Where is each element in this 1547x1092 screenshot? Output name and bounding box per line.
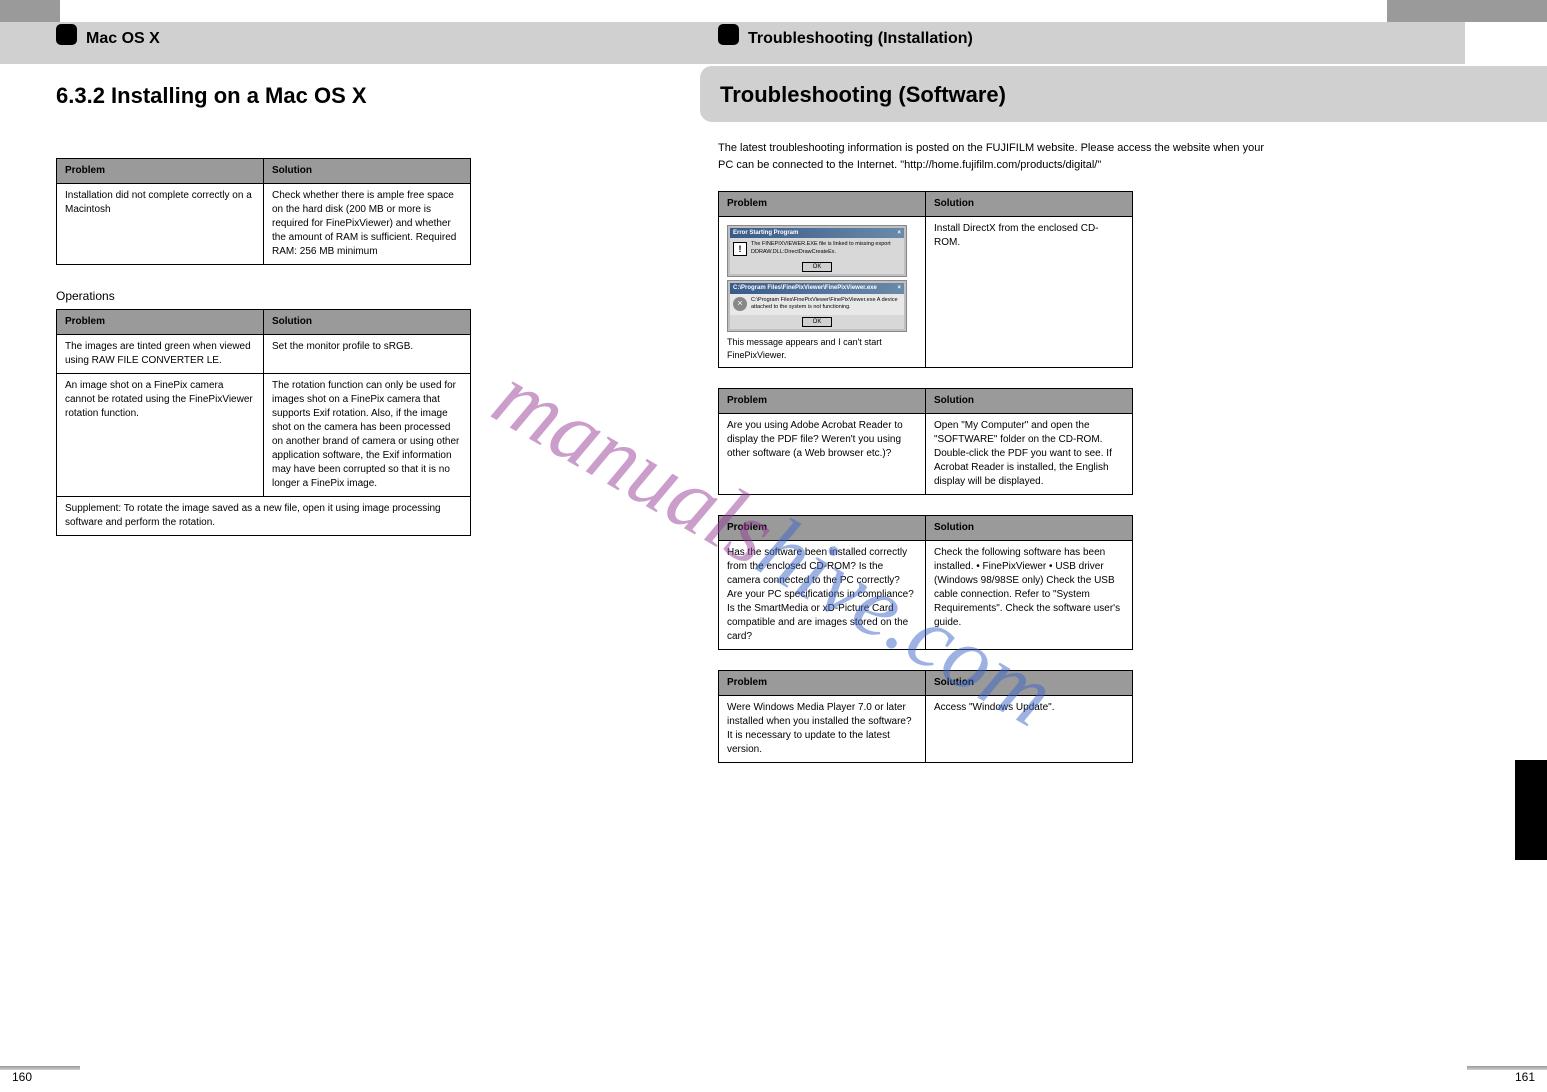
- top-dark-block-left: [0, 0, 60, 22]
- cell-problem-with-dialogs: Error Starting Program × ! The FINEPIXVI…: [719, 217, 926, 368]
- close-icon: ×: [897, 229, 901, 237]
- table-row: Error Starting Program × ! The FINEPIXVI…: [719, 217, 1133, 368]
- th-problem: Problem: [57, 159, 264, 184]
- right-page-content: The latest troubleshooting information i…: [718, 140, 1278, 783]
- dialog-body: ! The FINEPIXVIEWER.EXE file is linked t…: [730, 238, 904, 259]
- dialog-title-bar: C:\Program Files\FinePixViewer\FinePixVi…: [730, 283, 904, 293]
- table-row: Supplement: To rotate the image saved as…: [57, 497, 471, 536]
- section-marker-right: [718, 24, 739, 45]
- section-marker-left: [56, 24, 77, 45]
- dialog-caption: This message appears and I can't start F…: [727, 336, 917, 361]
- dialog-button-row: OK: [730, 260, 904, 274]
- th-solution: Solution: [926, 192, 1133, 217]
- cell-solution: Check whether there is ample free space …: [264, 184, 471, 265]
- th-problem: Problem: [57, 310, 264, 335]
- dialog-title-text: Error Starting Program: [733, 229, 798, 237]
- cell-problem: An image shot on a FinePix camera cannot…: [57, 374, 264, 497]
- error-dialog-2: C:\Program Files\FinePixViewer\FinePixVi…: [727, 280, 907, 332]
- right-table-4: Problem Solution Were Windows Media Play…: [718, 670, 1133, 763]
- table-row: The images are tinted green when viewed …: [57, 335, 471, 374]
- error-icon: ×: [733, 297, 747, 311]
- table-row: An image shot on a FinePix camera cannot…: [57, 374, 471, 497]
- cell-problem: Are you using Adobe Acrobat Reader to di…: [719, 413, 926, 494]
- cell-solution: Open "My Computer" and open the "SOFTWAR…: [926, 413, 1133, 494]
- table-row: Are you using Adobe Acrobat Reader to di…: [719, 413, 1133, 494]
- right-table-3: Problem Solution Has the software been i…: [718, 515, 1133, 650]
- subtitle-right-text: Troubleshooting (Software): [720, 82, 1006, 107]
- top-dark-block-right: [1387, 0, 1547, 22]
- cell-problem: Were Windows Media Player 7.0 or later i…: [719, 695, 926, 762]
- left-table-1: Problem Solution Installation did not co…: [56, 158, 471, 265]
- th-problem: Problem: [719, 670, 926, 695]
- dialog-text: C:\Program Files\FinePixViewer\FinePixVi…: [751, 297, 901, 312]
- th-problem: Problem: [719, 192, 926, 217]
- cell-solution: Check the following software has been in…: [926, 540, 1133, 649]
- dialog-title-text: C:\Program Files\FinePixViewer\FinePixVi…: [733, 284, 877, 292]
- subtitle-right-band: Troubleshooting (Software): [700, 66, 1547, 122]
- cell-supplement: Supplement: To rotate the image saved as…: [57, 497, 471, 536]
- cell-solution: Install DirectX from the enclosed CD-ROM…: [926, 217, 1133, 368]
- dialog-title-bar: Error Starting Program ×: [730, 228, 904, 238]
- section-title-left: Mac OS X: [86, 30, 160, 48]
- right-table-1: Problem Solution Error Starting Program …: [718, 191, 1133, 368]
- subtitle-left: 6.3.2 Installing on a Mac OS X: [56, 83, 367, 109]
- heading-operations: Operations: [56, 289, 656, 303]
- warning-icon: !: [733, 242, 747, 256]
- th-problem: Problem: [719, 515, 926, 540]
- left-page-content: Problem Solution Installation did not co…: [56, 140, 656, 560]
- side-tab: [1515, 760, 1547, 860]
- cell-problem: Has the software been installed correctl…: [719, 540, 926, 649]
- cell-solution: The rotation function can only be used f…: [264, 374, 471, 497]
- cell-problem: The images are tinted green when viewed …: [57, 335, 264, 374]
- close-icon: ×: [897, 284, 901, 292]
- error-dialog-1: Error Starting Program × ! The FINEPIXVI…: [727, 225, 907, 277]
- ok-button: OK: [802, 317, 833, 327]
- dialog-button-row: OK: [730, 315, 904, 329]
- th-solution: Solution: [926, 515, 1133, 540]
- th-problem: Problem: [719, 388, 926, 413]
- table-row: Has the software been installed correctl…: [719, 540, 1133, 649]
- th-solution: Solution: [926, 388, 1133, 413]
- dialog-body: × C:\Program Files\FinePixViewer\FinePix…: [730, 294, 904, 315]
- cell-solution: Set the monitor profile to sRGB.: [264, 335, 471, 374]
- cell-solution: Access "Windows Update".: [926, 695, 1133, 762]
- table-row: Installation did not complete correctly …: [57, 184, 471, 265]
- th-solution: Solution: [264, 310, 471, 335]
- right-table-2: Problem Solution Are you using Adobe Acr…: [718, 388, 1133, 495]
- section-title-right: Troubleshooting (Installation): [748, 30, 973, 48]
- page-number-left: 160: [12, 1070, 32, 1084]
- page-number-right: 161: [1515, 1070, 1535, 1084]
- cell-problem: Installation did not complete correctly …: [57, 184, 264, 265]
- th-solution: Solution: [926, 670, 1133, 695]
- ok-button: OK: [802, 262, 833, 272]
- footer-bar-right: [1467, 1066, 1547, 1070]
- dialog-text: The FINEPIXVIEWER.EXE file is linked to …: [751, 241, 901, 256]
- th-solution: Solution: [264, 159, 471, 184]
- table-row: Were Windows Media Player 7.0 or later i…: [719, 695, 1133, 762]
- left-table-2: Problem Solution The images are tinted g…: [56, 309, 471, 536]
- right-intro: The latest troubleshooting information i…: [718, 140, 1278, 173]
